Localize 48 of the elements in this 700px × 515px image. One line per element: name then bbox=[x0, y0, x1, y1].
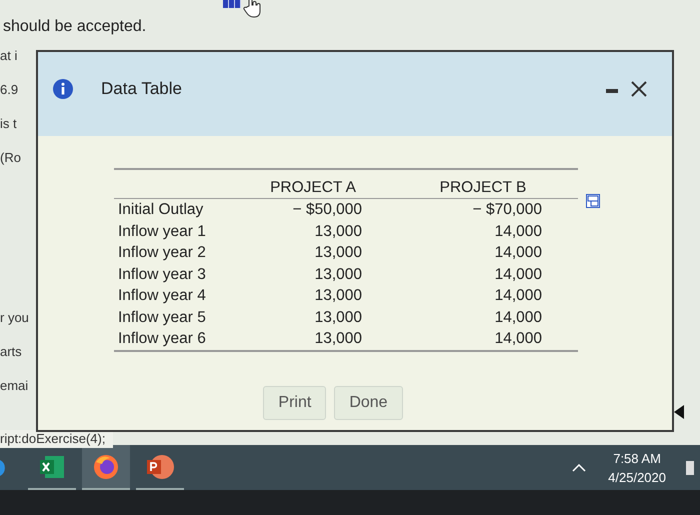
table-cell: − $70,000 bbox=[472, 201, 542, 218]
copy-icon[interactable] bbox=[586, 194, 600, 208]
row-label: Inflow year 6 bbox=[118, 330, 206, 347]
dialog-button[interactable]: Print bbox=[263, 386, 326, 420]
table-cell: − $50,000 bbox=[292, 201, 362, 218]
presentation-app-icon bbox=[146, 454, 174, 480]
page-text-fragment: is t bbox=[0, 116, 17, 133]
table-cell: 14,000 bbox=[494, 308, 542, 326]
close-icon[interactable] bbox=[630, 80, 648, 98]
row-label: Inflow year 5 bbox=[118, 308, 206, 326]
info-icon bbox=[53, 79, 73, 99]
row-label: Inflow year 3 bbox=[118, 266, 206, 282]
table-cell: 13,000 bbox=[314, 266, 362, 282]
table-cell: 13,000 bbox=[314, 287, 362, 304]
page-text-fragment: (Ro bbox=[0, 150, 21, 167]
page-text-fragment: at i bbox=[0, 48, 18, 65]
table-cell: 14,000 bbox=[494, 244, 542, 261]
table-cell: 14,000 bbox=[494, 222, 542, 240]
table-cell: 13,000 bbox=[314, 244, 362, 261]
row-label: Inflow year 1 bbox=[118, 222, 206, 240]
row-label: Initial Outlay bbox=[118, 201, 204, 218]
question-text: should be accepted. bbox=[2, 17, 148, 37]
table-cell: 14,000 bbox=[494, 266, 542, 282]
table-cell: 13,000 bbox=[314, 308, 362, 326]
browser-fox-icon bbox=[93, 454, 119, 480]
row-label: Inflow year 4 bbox=[118, 287, 206, 304]
notification-icon[interactable] bbox=[686, 460, 694, 474]
page-text-fragment: 6.9 bbox=[0, 82, 18, 99]
dialog-title: Data Table bbox=[101, 79, 182, 99]
caret-up-icon[interactable] bbox=[572, 464, 586, 472]
page-text-fragment: emai bbox=[0, 378, 28, 395]
page-text-fragment: r you bbox=[0, 310, 29, 327]
row-label: Inflow year 2 bbox=[118, 244, 206, 261]
column-header: PROJECT B bbox=[440, 179, 526, 196]
table-icon[interactable] bbox=[223, 0, 241, 8]
hand-cursor-icon bbox=[243, 0, 263, 18]
taskbar-app-button[interactable] bbox=[82, 445, 130, 490]
status-url-text: ript:doExercise(4); bbox=[0, 430, 114, 448]
spreadsheet-app-icon bbox=[39, 454, 65, 478]
table-cell: 13,000 bbox=[314, 222, 362, 240]
page-text-fragment: arts bbox=[0, 344, 22, 361]
column-header: PROJECT A bbox=[270, 179, 356, 196]
clock-time: 7:58 AM bbox=[613, 450, 661, 466]
table-cell: 14,000 bbox=[494, 330, 542, 347]
table-cell: 14,000 bbox=[494, 287, 542, 304]
clock-date: 4/25/2020 bbox=[608, 470, 666, 484]
dialog-button[interactable]: Done bbox=[334, 386, 403, 420]
table-cell: 13,000 bbox=[314, 330, 362, 347]
